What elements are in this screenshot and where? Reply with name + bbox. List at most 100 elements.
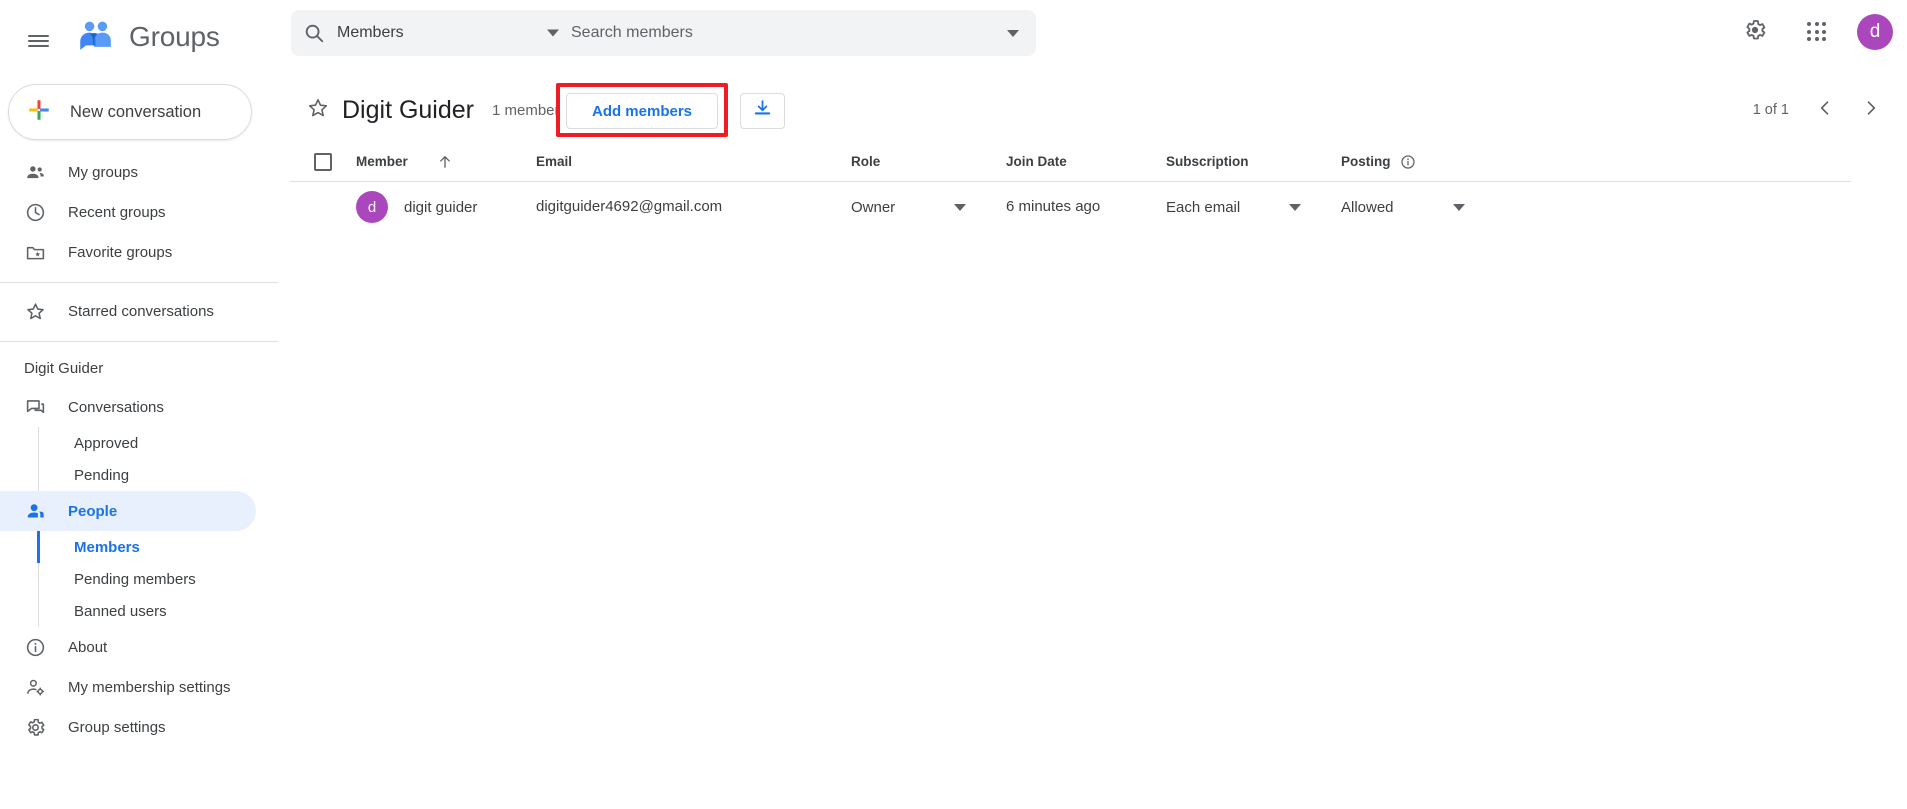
table-header-row: Member Email Role Join Date Subscription bbox=[290, 142, 1851, 182]
member-email: digitguider4692@gmail.com bbox=[536, 198, 723, 215]
sidebar-item-label: Pending bbox=[74, 466, 130, 484]
apps-grid-icon bbox=[1807, 22, 1827, 42]
column-header-role[interactable]: Role bbox=[851, 154, 1006, 169]
gear-icon bbox=[1743, 18, 1767, 47]
member-name: digit guider bbox=[404, 198, 478, 216]
sidebar-item-banned-users[interactable]: Banned users bbox=[0, 595, 256, 627]
add-members-button[interactable]: Add members bbox=[566, 93, 718, 129]
avatar: d bbox=[356, 191, 388, 223]
chevron-down-icon bbox=[547, 29, 559, 37]
download-members-button[interactable] bbox=[740, 93, 785, 129]
column-header-subscription[interactable]: Subscription bbox=[1166, 154, 1341, 169]
member-count-label: 1 member bbox=[492, 101, 560, 119]
pagination-range: 1 of 1 bbox=[1752, 102, 1789, 118]
column-header-label: Join Date bbox=[1006, 153, 1067, 169]
sidebar-item-recent-groups[interactable]: Recent groups bbox=[0, 192, 256, 232]
role-cell[interactable]: Owner bbox=[851, 199, 1006, 216]
groups-logo-icon bbox=[74, 15, 118, 59]
new-conversation-label: New conversation bbox=[70, 102, 202, 121]
download-icon bbox=[752, 98, 773, 124]
sidebar-divider-1 bbox=[0, 282, 278, 283]
sidebar-item-pending-members[interactable]: Pending members bbox=[0, 563, 256, 595]
chevron-down-icon[interactable] bbox=[1453, 203, 1465, 211]
sidebar-item-label: Starred conversations bbox=[68, 302, 214, 320]
sidebar-item-conversations[interactable]: Conversations bbox=[0, 387, 256, 427]
account-avatar[interactable]: d bbox=[1857, 14, 1893, 50]
column-header-join-date[interactable]: Join Date bbox=[1006, 153, 1166, 171]
settings-button[interactable] bbox=[1731, 8, 1779, 56]
search-bar: Members bbox=[291, 10, 1036, 56]
sidebar-item-group-settings[interactable]: Group settings bbox=[0, 707, 256, 747]
pagination-next-button[interactable] bbox=[1851, 90, 1891, 130]
subscription-cell[interactable]: Each email bbox=[1166, 199, 1341, 216]
sidebar-item-starred-conversations[interactable]: Starred conversations bbox=[0, 291, 256, 331]
sidebar-item-label: Banned users bbox=[74, 602, 167, 620]
sidebar-item-pending[interactable]: Pending bbox=[0, 459, 256, 491]
sidebar-item-favorite-groups[interactable]: Favorite groups bbox=[0, 232, 256, 272]
main-content: Digit Guider 1 member Add members 1 of 1 bbox=[290, 78, 1907, 809]
star-outline-icon bbox=[306, 96, 330, 125]
hamburger-menu-icon[interactable] bbox=[14, 17, 62, 65]
info-circle-icon bbox=[24, 636, 46, 658]
chevron-down-icon[interactable] bbox=[1289, 203, 1301, 211]
sidebar-item-people[interactable]: People bbox=[0, 491, 256, 531]
sidebar-item-label: My groups bbox=[68, 163, 139, 181]
table-row[interactable]: d digit guider digitguider4692@gmail.com… bbox=[290, 182, 1851, 232]
join-date-cell: 6 minutes ago bbox=[1006, 198, 1166, 216]
column-header-label: Member bbox=[356, 154, 408, 169]
posting-cell[interactable]: Allowed bbox=[1341, 199, 1521, 216]
column-header-member[interactable]: Member bbox=[356, 153, 536, 171]
sidebar-item-label: Pending members bbox=[74, 570, 196, 588]
search-scope-select[interactable]: Members bbox=[337, 10, 567, 56]
sidebar-item-label: Conversations bbox=[68, 398, 164, 416]
column-header-label: Subscription bbox=[1166, 154, 1249, 169]
sidebar-item-label: Favorite groups bbox=[68, 243, 173, 261]
column-header-email[interactable]: Email bbox=[536, 153, 851, 171]
subscription-value: Each email bbox=[1166, 198, 1241, 216]
page-title: Digit Guider bbox=[342, 95, 474, 124]
search-scope-label: Members bbox=[337, 24, 404, 41]
google-plus-icon bbox=[26, 97, 52, 128]
sidebar-item-my-membership-settings[interactable]: My membership settings bbox=[0, 667, 256, 707]
column-header-label: Email bbox=[536, 153, 573, 169]
select-all-cell bbox=[290, 152, 356, 171]
info-circle-icon[interactable] bbox=[1400, 154, 1416, 170]
pagination-prev-button[interactable] bbox=[1805, 90, 1845, 130]
sidebar-item-approved[interactable]: Approved bbox=[0, 427, 256, 459]
sidebar-item-label: People bbox=[68, 502, 118, 520]
brand-title: Groups bbox=[129, 21, 220, 52]
chevron-down-icon[interactable] bbox=[954, 203, 966, 211]
sort-ascending-arrow-icon[interactable] bbox=[436, 153, 454, 171]
google-apps-button[interactable] bbox=[1793, 8, 1841, 56]
top-app-bar: Groups Members Search members d bbox=[0, 0, 1907, 78]
sidebar-item-label: About bbox=[68, 638, 108, 656]
favorite-star-button[interactable] bbox=[298, 90, 338, 130]
sidebar-item-label: Recent groups bbox=[68, 203, 166, 221]
chat-icon bbox=[24, 396, 46, 418]
pagination: 1 of 1 bbox=[1753, 90, 1891, 130]
search-input[interactable] bbox=[567, 10, 990, 56]
sidebar-item-label: Approved bbox=[74, 434, 139, 452]
folder-star-icon bbox=[24, 241, 46, 263]
people-icon bbox=[24, 161, 46, 183]
role-value: Owner bbox=[851, 198, 896, 216]
global-nav-list: My groups Recent groups Favorite groups bbox=[0, 152, 290, 747]
column-header-label: Posting bbox=[1341, 154, 1391, 169]
email-cell: digitguider4692@gmail.com bbox=[536, 198, 851, 216]
sidebar-item-my-groups[interactable]: My groups bbox=[0, 152, 256, 192]
sidebar-item-about[interactable]: About bbox=[0, 627, 256, 667]
chevron-right-icon bbox=[1861, 98, 1881, 123]
member-cell: d digit guider bbox=[356, 191, 536, 223]
column-header-posting[interactable]: Posting bbox=[1341, 154, 1521, 170]
groups-brand[interactable]: Groups bbox=[74, 15, 220, 59]
posting-value: Allowed bbox=[1341, 198, 1394, 216]
search-icon[interactable] bbox=[291, 10, 337, 56]
new-conversation-button[interactable]: New conversation bbox=[8, 84, 252, 140]
chevron-left-icon bbox=[1815, 98, 1835, 123]
top-bar-actions: d bbox=[1731, 8, 1893, 56]
members-table: Member Email Role Join Date Subscription bbox=[290, 142, 1891, 232]
sidebar-item-members[interactable]: Members bbox=[0, 531, 256, 563]
sidebar-item-label: Members bbox=[74, 538, 140, 556]
select-all-checkbox[interactable] bbox=[314, 152, 332, 171]
search-options-toggle[interactable] bbox=[990, 10, 1036, 56]
